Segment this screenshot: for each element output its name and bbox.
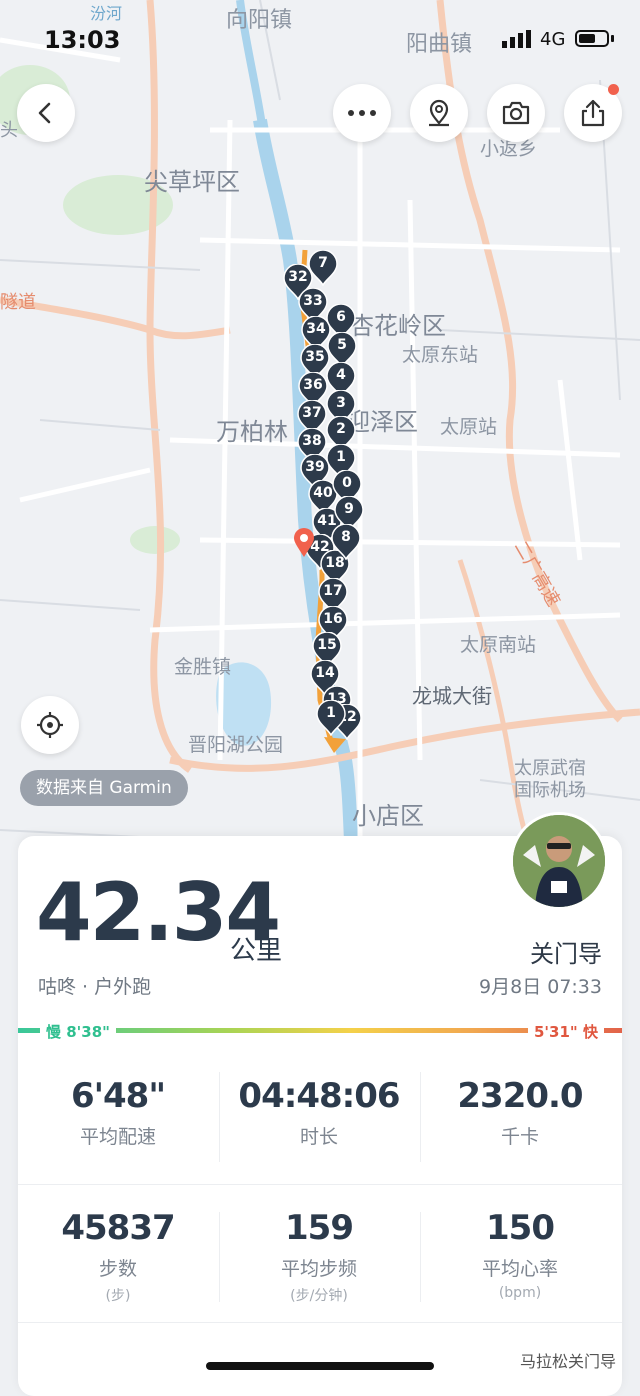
route-km-label: 6: [336, 309, 346, 325]
route-km-label: 7: [318, 255, 328, 271]
map-label: 迎泽区: [346, 408, 418, 436]
map-label: 金胜镇: [174, 656, 232, 678]
route-km-label: 38: [302, 433, 322, 449]
stat-duration: 04:48:06 时长: [219, 1076, 419, 1149]
share-icon: [581, 99, 605, 127]
route-km-marker[interactable]: 7: [308, 249, 338, 287]
stat-label: 平均心率: [481, 1258, 558, 1280]
map-label: 杏花岭区: [350, 312, 446, 340]
map-label: 太原南站: [460, 634, 537, 656]
camera-button[interactable]: [487, 84, 545, 142]
battery-tip: [611, 35, 614, 42]
network-type: 4G: [540, 29, 566, 50]
distance-unit: 公里: [230, 936, 283, 966]
status-time: 13:03: [44, 26, 121, 54]
route-km-label: 9: [344, 501, 354, 517]
route-km-label: 14: [315, 665, 335, 681]
stat-value: 6'48": [70, 1076, 166, 1116]
route-km-label: 8: [341, 529, 351, 545]
stats-divider: [219, 1072, 220, 1162]
activity-datetime: 9月8日 07:33: [479, 976, 602, 998]
stat-value: 150: [486, 1208, 555, 1248]
stat-label: 平均步频: [280, 1258, 357, 1280]
battery-icon: [575, 30, 609, 47]
stat-unit: (步/分钟): [290, 1288, 348, 1304]
map-label: 国际机场: [514, 780, 586, 801]
route-km-label: 33: [303, 293, 323, 309]
route-km-label: 1: [326, 705, 336, 721]
watermark-label: 马拉松关门导: [520, 1352, 617, 1371]
signal-icon: [502, 30, 531, 48]
map-label: 隧道: [0, 292, 36, 313]
more-dots-icon: [348, 110, 376, 116]
map-label: 龙城大街: [412, 684, 492, 708]
home-indicator[interactable]: [206, 1362, 434, 1370]
crosshair-icon: [37, 712, 63, 738]
location-pin-icon: [429, 99, 449, 127]
stats-divider: [18, 1322, 622, 1323]
route-km-label: 2: [336, 421, 346, 437]
route-km-label: 1: [336, 449, 346, 465]
map-label: 小店区: [352, 802, 424, 830]
map-label: 万柏林: [216, 418, 288, 446]
stat-value: 159: [285, 1208, 354, 1248]
start-pin-icon: [294, 528, 314, 557]
stat-value: 04:48:06: [238, 1076, 400, 1116]
location-pin-button[interactable]: [410, 84, 468, 142]
pace-slow-label: 慢 8'38": [40, 1021, 116, 1042]
route-km-label: 17: [323, 583, 343, 599]
recenter-button[interactable]: [21, 696, 79, 754]
stat-value: 45837: [61, 1208, 175, 1248]
map-label: 太原东站: [402, 344, 479, 366]
map-label: 头: [0, 120, 18, 141]
avatar-image: [513, 815, 605, 907]
pace-fast-label: 5'31" 快: [528, 1021, 604, 1042]
route-km-label: 5: [337, 337, 347, 353]
data-source-badge: 数据来自 Garmin: [20, 770, 188, 806]
route-km-label: 15: [317, 637, 337, 653]
stat-label: 步数: [98, 1258, 137, 1280]
back-button[interactable]: [17, 84, 75, 142]
stats-divider: [219, 1212, 220, 1302]
map-label: 晋阳湖公园: [188, 734, 284, 756]
user-avatar[interactable]: [510, 812, 608, 910]
route-km-marker[interactable]: 1: [316, 699, 346, 737]
stat-steps: 45837 步数 (步): [18, 1208, 218, 1305]
route-km-label: 0: [342, 475, 352, 491]
stat-heart-rate: 150 平均心率 (bpm): [420, 1208, 620, 1301]
route-km-label: 4: [336, 367, 346, 383]
stats-divider: [420, 1072, 421, 1162]
map-view[interactable]: 向阳镇 阳曲镇 小返乡 尖草坪区 杏花岭区 太原东站 万柏林 迎泽区 太原站 太…: [0, 0, 640, 860]
stat-label: 时长: [299, 1126, 338, 1148]
stats-divider: [18, 1184, 622, 1185]
status-bar: 13:03 4G: [0, 0, 640, 80]
route-km-label: 3: [336, 395, 346, 411]
route-km-label: 37: [302, 405, 322, 421]
activity-type: 咕咚 · 户外跑: [38, 976, 152, 998]
more-button[interactable]: [333, 84, 391, 142]
stat-label: 千卡: [500, 1126, 539, 1148]
route-km-marker[interactable]: 8: [331, 523, 361, 561]
camera-icon: [502, 101, 530, 125]
user-name[interactable]: 关门导: [530, 934, 602, 969]
map-label: 尖草坪区: [144, 168, 240, 196]
map-label: 太原站: [440, 416, 498, 438]
chevron-left-icon: [38, 102, 51, 124]
stat-cadence: 159 平均步频 (步/分钟): [219, 1208, 419, 1305]
notification-dot: [608, 84, 619, 95]
route-km-label: 36: [303, 377, 323, 393]
stat-avg-pace: 6'48" 平均配速: [18, 1076, 218, 1149]
stats-divider: [420, 1212, 421, 1302]
stat-unit: (步): [105, 1288, 131, 1304]
finish-flag-icon: [324, 737, 346, 753]
stat-label: 平均配速: [79, 1126, 156, 1148]
route-km-label: 16: [323, 611, 343, 627]
stat-value: 2320.0: [457, 1076, 583, 1116]
stat-calories: 2320.0 千卡: [420, 1076, 620, 1149]
stat-unit: (bpm): [498, 1285, 542, 1301]
